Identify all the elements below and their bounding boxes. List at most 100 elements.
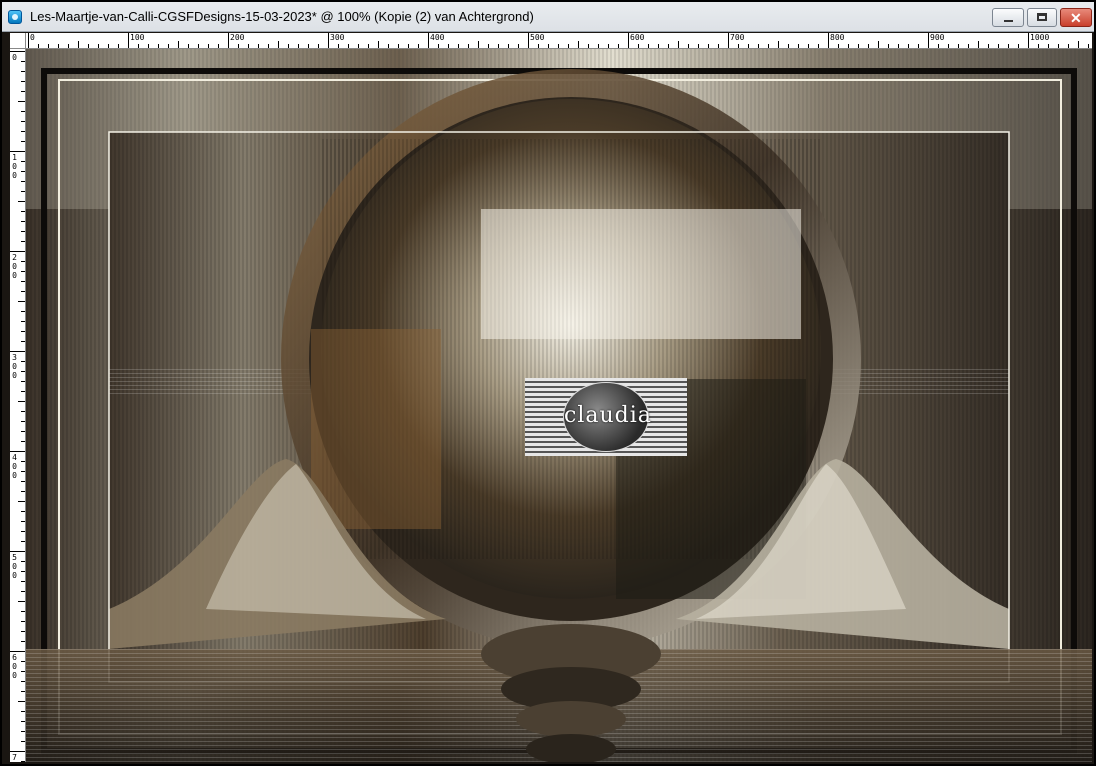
ruler-tick [10, 451, 25, 452]
ruler-tick [21, 691, 25, 692]
ruler-tick [428, 33, 429, 48]
minimize-button[interactable] [992, 8, 1024, 27]
ruler-tick [21, 271, 25, 272]
ruler-tick [21, 341, 25, 342]
ruler-tick [21, 471, 25, 472]
ruler-tick [838, 44, 839, 48]
horizontal-ruler[interactable]: 0 100 200 300 400 500 600 700 800 900 1000 [26, 33, 1092, 49]
ruler-tick [21, 241, 25, 242]
ruler-tick [298, 44, 299, 48]
ruler-tick [368, 44, 369, 48]
ruler-tick [738, 44, 739, 48]
ruler-tick [1078, 41, 1079, 48]
image-window: Les-Maartje-van-Calli-CGSFDesigns-15-03-… [0, 0, 1096, 766]
ruler-tick [21, 381, 25, 382]
ruler-label: 500 [530, 33, 545, 42]
title-bar[interactable]: Les-Maartje-van-Calli-CGSFDesigns-15-03-… [2, 2, 1094, 32]
ruler-tick [1088, 44, 1089, 48]
ruler-tick [808, 44, 809, 48]
ruler-tick [878, 41, 879, 48]
ruler-tick [198, 44, 199, 48]
ruler-tick [968, 44, 969, 48]
ruler-tick [98, 44, 99, 48]
ruler-label: 900 [930, 33, 945, 42]
ruler-tick [21, 321, 25, 322]
ruler-tick [378, 41, 379, 48]
ruler-tick [10, 351, 25, 352]
ruler-tick [478, 41, 479, 48]
watermark-text: claudia [564, 403, 652, 428]
ruler-tick [21, 211, 25, 212]
ruler-tick [208, 44, 209, 48]
ruler-tick [21, 291, 25, 292]
ruler-tick [21, 391, 25, 392]
ruler-label: 6 0 0 [12, 653, 17, 680]
ruler-tick [18, 701, 25, 702]
ruler-tick [21, 481, 25, 482]
ruler-tick [508, 44, 509, 48]
ruler-tick [928, 33, 929, 48]
ruler-tick [158, 44, 159, 48]
ruler-tick [708, 44, 709, 48]
ruler-tick [758, 44, 759, 48]
ruler-tick [348, 44, 349, 48]
ruler-tick [21, 671, 25, 672]
ruler-label: 4 0 0 [12, 453, 17, 480]
ruler-tick [448, 44, 449, 48]
ruler-tick [308, 44, 309, 48]
ruler-tick [21, 681, 25, 682]
ruler-tick [598, 44, 599, 48]
ruler-tick [328, 33, 329, 48]
ruler-tick [458, 44, 459, 48]
ruler-tick [18, 601, 25, 602]
ruler-tick [418, 44, 419, 48]
ruler-tick [278, 41, 279, 48]
ruler-tick [21, 541, 25, 542]
image-canvas[interactable]: claudia [26, 49, 1092, 762]
ruler-tick [21, 111, 25, 112]
ruler-tick [21, 731, 25, 732]
ruler-tick [21, 141, 25, 142]
ruler-tick [778, 41, 779, 48]
ruler-label: 0 [30, 33, 35, 42]
ruler-tick [288, 44, 289, 48]
paintshop-pro-icon[interactable] [8, 10, 22, 24]
ruler-tick [21, 711, 25, 712]
ruler-corner [10, 33, 26, 49]
ruler-tick [21, 561, 25, 562]
ruler-tick [398, 44, 399, 48]
ruler-tick [21, 311, 25, 312]
ruler-tick [568, 44, 569, 48]
vertical-ruler[interactable]: 0 1 0 0 2 0 0 3 0 0 4 0 0 5 0 0 6 0 0 7 0 0 [10, 49, 26, 762]
ruler-tick [88, 44, 89, 48]
ruler-tick [978, 41, 979, 48]
ruler-tick [518, 44, 519, 48]
ruler-tick [21, 131, 25, 132]
ruler-tick [338, 44, 339, 48]
ruler-tick [21, 181, 25, 182]
maximize-button[interactable] [1027, 8, 1057, 27]
ruler-tick [1018, 44, 1019, 48]
ruler-tick [21, 331, 25, 332]
ruler-tick [128, 33, 129, 48]
ruler-tick [21, 431, 25, 432]
ruler-tick [21, 571, 25, 572]
ruler-tick [148, 44, 149, 48]
ruler-tick [21, 161, 25, 162]
ruler-tick [958, 44, 959, 48]
ruler-tick [18, 501, 25, 502]
ruler-label: 200 [230, 33, 245, 42]
ruler-tick [21, 281, 25, 282]
ruler-tick [21, 231, 25, 232]
ruler-tick [668, 44, 669, 48]
ruler-tick [608, 44, 609, 48]
ruler-tick [21, 191, 25, 192]
ruler-tick [21, 121, 25, 122]
ruler-tick [748, 44, 749, 48]
ruler-tick [21, 71, 25, 72]
ruler-tick [21, 441, 25, 442]
ruler-tick [21, 61, 25, 62]
ruler-tick [938, 44, 939, 48]
ruler-label: 400 [430, 33, 445, 42]
close-button[interactable]: ✕ [1060, 8, 1092, 27]
